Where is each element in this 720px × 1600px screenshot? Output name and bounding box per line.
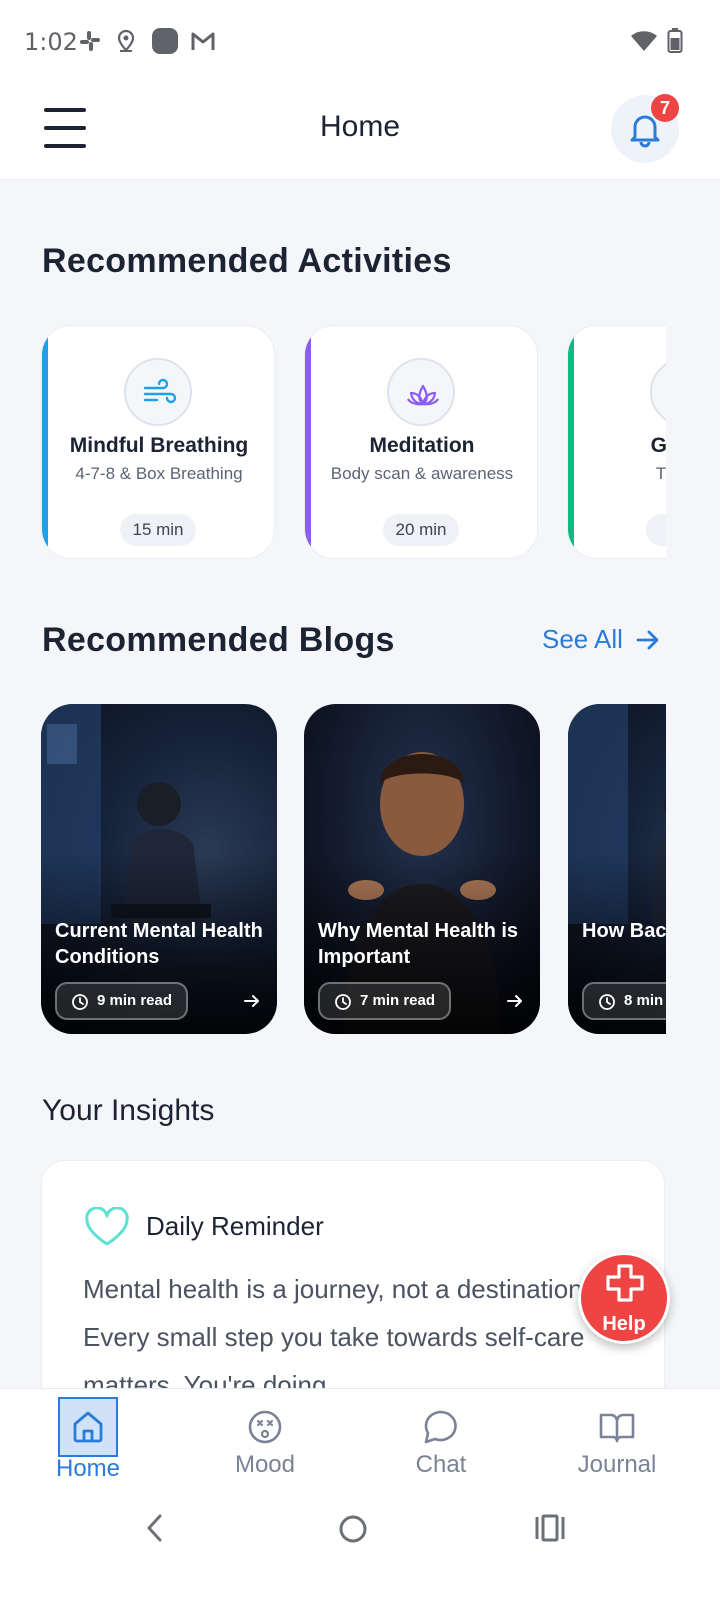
activity-card-meditation[interactable]: Meditation Body scan & awareness 20 min (304, 325, 538, 559)
clock-icon (72, 994, 88, 1010)
battery-icon (667, 28, 683, 59)
notification-badge: 7 (651, 94, 679, 122)
activity-duration: 1 (646, 514, 666, 546)
nav-label: Home (55, 1455, 121, 1482)
blogs-section-title: Recommended Blogs (42, 621, 395, 659)
activity-subtitle: Three g (655, 464, 666, 483)
read-time-pill: 7 min read (318, 982, 452, 1020)
arrow-right-icon (636, 630, 659, 649)
book-icon (599, 1413, 635, 1443)
see-all-label: See All (542, 624, 623, 654)
read-time-pill: 8 min (582, 982, 666, 1020)
nav-item-mood[interactable]: Mood (205, 1389, 325, 1487)
chat-bubble-icon (424, 1410, 457, 1444)
app-header: Home (0, 88, 720, 180)
nav-label: Chat (415, 1451, 467, 1478)
activity-icon (124, 358, 192, 426)
app-icon (152, 28, 178, 59)
activity-card-gratitude[interactable]: Gratitu Three g 1 (567, 325, 666, 559)
recents-icon[interactable] (532, 1512, 568, 1544)
wind-icon (143, 378, 177, 404)
wifi-icon (630, 29, 658, 58)
activity-subtitle: Body scan & awareness (330, 464, 514, 483)
nav-label: Mood (234, 1451, 296, 1478)
activity-title: Meditation (369, 434, 475, 457)
activity-duration: 20 min (383, 514, 459, 546)
daily-reminder-card: Daily Reminder Mental health is a journe… (41, 1160, 665, 1420)
home-icon (73, 1411, 103, 1443)
activity-title: Gratitu (650, 434, 666, 457)
slack-icon (78, 29, 102, 58)
activity-duration: 15 min (120, 514, 196, 546)
nav-label: Journal (577, 1451, 657, 1478)
blog-card[interactable]: Current Mental Health Conditions 9 min r… (41, 704, 277, 1034)
reminder-title: Daily Reminder (146, 1211, 324, 1241)
mood-face-icon (248, 1410, 282, 1444)
status-time: 1:02 (24, 28, 78, 56)
insights-section-title: Your Insights (42, 1094, 215, 1127)
activities-section-title: Recommended Activities (42, 242, 452, 280)
activity-icon (650, 358, 666, 426)
status-bar: 1:02 (0, 0, 720, 88)
back-icon[interactable] (140, 1512, 172, 1544)
read-time: 9 min read (97, 992, 173, 1009)
system-nav-bar (0, 1486, 720, 1600)
activity-icon (387, 358, 455, 426)
read-time-pill: 9 min read (55, 982, 189, 1020)
clock-icon (599, 994, 615, 1010)
see-all-link[interactable]: See All (542, 624, 661, 655)
blog-title: Why Mental Health is Important (318, 920, 519, 968)
activities-carousel[interactable]: Mindful Breathing 4-7-8 & Box Breathing … (41, 325, 666, 560)
read-time: 8 min (624, 992, 664, 1009)
menu-bar (44, 144, 86, 148)
medical-cross-icon (606, 1264, 644, 1302)
blog-title: Current Mental Health Conditions (55, 920, 263, 968)
clock-icon (335, 994, 351, 1010)
blog-card[interactable]: Why Mental Health is Important 7 min rea… (304, 704, 540, 1034)
help-button[interactable]: Help (578, 1252, 670, 1344)
gmail-icon (190, 29, 216, 58)
activity-title: Mindful Breathing (69, 434, 249, 457)
activity-card-breathing[interactable]: Mindful Breathing 4-7-8 & Box Breathing … (41, 325, 275, 559)
arrow-right-icon (507, 995, 522, 1007)
activity-subtitle: 4-7-8 & Box Breathing (75, 464, 243, 483)
blogs-carousel[interactable]: Current Mental Health Conditions 9 min r… (41, 704, 666, 1034)
read-time: 7 min read (360, 992, 436, 1009)
heart-icon (85, 1207, 129, 1246)
blog-card[interactable]: How Bac Health A 8 min (568, 704, 666, 1034)
help-label: Help (602, 1313, 646, 1335)
lotus-icon (407, 384, 439, 406)
location-icon (115, 29, 137, 58)
home-circle-icon[interactable] (336, 1512, 370, 1546)
nav-item-home[interactable]: Home (28, 1389, 148, 1487)
arrow-right-icon (244, 995, 259, 1007)
bottom-nav: Home Mood Chat Journal (0, 1388, 720, 1486)
nav-item-journal[interactable]: Journal (557, 1389, 677, 1487)
nav-item-chat[interactable]: Chat (381, 1389, 501, 1487)
blog-title: How Bac Health A (582, 920, 666, 942)
